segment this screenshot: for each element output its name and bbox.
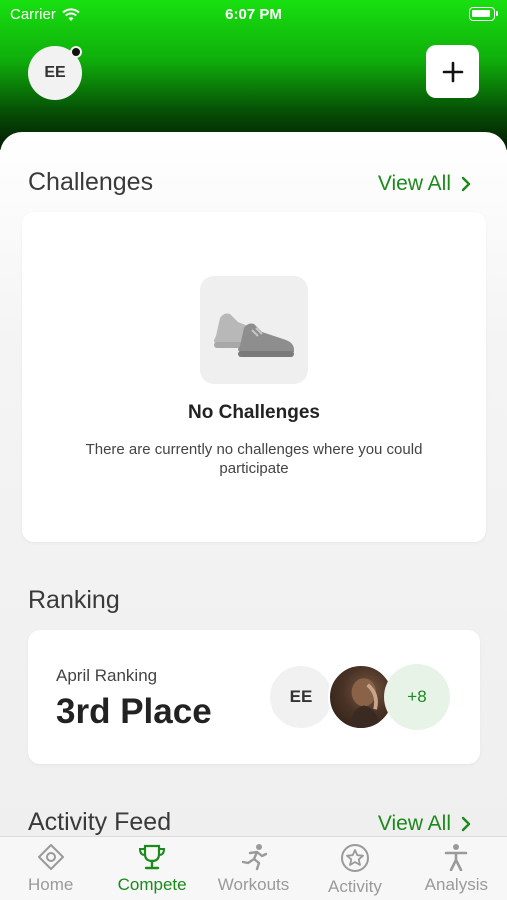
tab-label: Workouts <box>217 875 290 894</box>
tab-activity[interactable]: Activity <box>304 837 405 900</box>
tab-workouts[interactable]: Workouts <box>203 837 304 900</box>
plus-icon <box>442 61 463 82</box>
ranking-value: 3rd Place <box>56 692 212 731</box>
notification-dot <box>70 46 82 58</box>
tab-analysis[interactable]: Analysis <box>406 837 507 900</box>
challenges-empty-card: No Challenges There are currently no cha… <box>22 212 486 542</box>
challenges-title: Challenges <box>28 168 154 196</box>
trophy-icon <box>139 844 166 870</box>
star-badge-icon <box>340 844 369 872</box>
activity-feed-title: Activity Feed <box>28 808 172 836</box>
battery-icon <box>469 7 498 21</box>
ranking-avatar-initials: EE <box>289 687 313 706</box>
view-all-label: View All <box>377 172 451 195</box>
ranking-avatar-self: EE <box>268 664 334 730</box>
avatar-initials: EE <box>44 64 66 81</box>
tab-label: Activity <box>328 877 382 896</box>
tab-compete[interactable]: Compete <box>101 837 202 900</box>
ranking-label: April Ranking <box>56 666 158 685</box>
ranking-more-count: +8 <box>384 664 450 730</box>
sneakers-icon <box>200 276 308 384</box>
tab-home[interactable]: Home <box>0 837 101 900</box>
main-sheet: Challenges View All No Challenges There … <box>0 132 507 837</box>
view-all-label: View All <box>377 812 451 835</box>
profile-avatar[interactable]: EE <box>28 46 82 100</box>
runner-icon <box>241 844 267 871</box>
chevron-right-icon <box>461 176 471 192</box>
activity-view-all[interactable]: View All <box>378 812 471 836</box>
ranking-card[interactable]: April Ranking 3rd Place EE +8 <box>28 630 480 764</box>
tab-bar: Home Compete Workouts Activity Analysis <box>0 836 507 900</box>
tab-label: Home <box>28 875 74 894</box>
empty-description: There are currently no challenges where … <box>85 441 423 477</box>
diamond-icon <box>37 844 64 870</box>
person-icon <box>445 844 468 871</box>
challenges-view-all[interactable]: View All <box>378 172 471 196</box>
tab-label: Analysis <box>424 875 488 894</box>
tab-label: Compete <box>117 875 187 894</box>
chevron-right-icon <box>461 816 471 832</box>
empty-title: No Challenges <box>188 402 320 423</box>
add-button[interactable] <box>426 45 479 98</box>
status-time: 6:07 PM <box>225 6 282 23</box>
ranking-title: Ranking <box>28 586 120 614</box>
status-bar: Carrier 6:07 PM <box>0 0 507 32</box>
